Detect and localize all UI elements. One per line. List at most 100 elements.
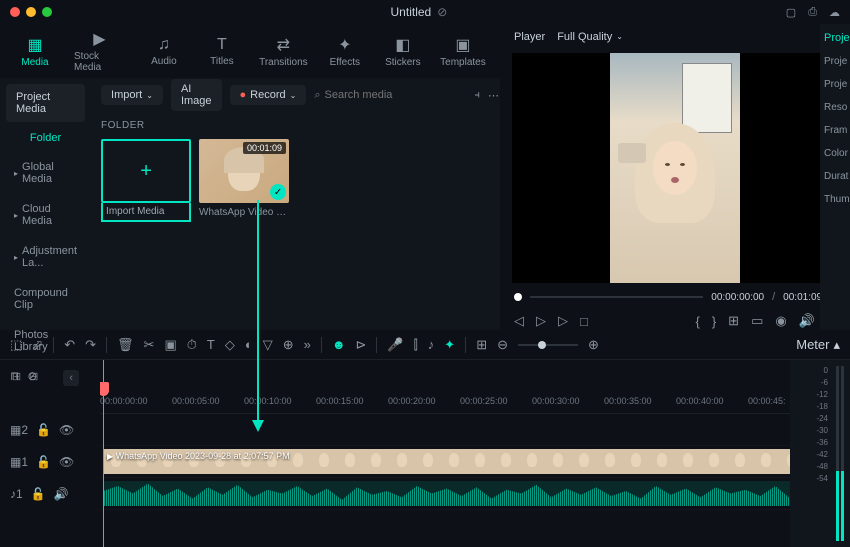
eye-icon[interactable]: 👁 (59, 423, 74, 437)
tab-media[interactable]: ▦Media (10, 31, 60, 72)
camera-icon[interactable]: ◉ (775, 313, 786, 329)
video-clip[interactable]: ▶ WhatsApp Video 2023-09-28 at 2:07:57 P… (103, 449, 850, 474)
zoom-out-icon[interactable]: ⊖ (497, 337, 508, 353)
clip-name: WhatsApp Video 202... (199, 207, 289, 218)
lock-icon[interactable]: 🔓 (36, 455, 51, 469)
delete-icon[interactable]: 🗑 (117, 337, 134, 353)
adjust-icon[interactable]: ⊕ (283, 337, 294, 353)
track-header-video2[interactable]: ▦2 🔓 👁 (0, 414, 100, 446)
maximize-window-button[interactable] (42, 7, 52, 17)
audio-clip[interactable] (103, 481, 850, 506)
chevron-down-icon: ⌄ (146, 91, 153, 100)
video-track-1[interactable]: ▶ WhatsApp Video 2023-09-28 at 2:07:57 P… (100, 446, 850, 478)
zoom-in-icon[interactable]: ⊕ (588, 337, 599, 353)
sidebar-item-adjustment-layer[interactable]: ▸Adjustment La... (6, 238, 85, 276)
mark-out-icon[interactable]: } (712, 314, 716, 329)
beat-icon[interactable]: ✦ (444, 337, 455, 353)
ai-image-button[interactable]: AI Image (171, 79, 222, 111)
plus-icon: + (140, 160, 152, 183)
meter-toggle[interactable]: Meter▴ (796, 337, 840, 353)
playhead[interactable] (103, 360, 104, 547)
timeline-toolbar: ⬚ ⬀ ↶ ↷ 🗑 ✂ ▣ ⏱ T ◇ ◐ ▽ ⊕ » ☻ ⊳ 🎤 ⫿ ♪ ✦ … (0, 330, 850, 360)
prop-row: Durat (824, 171, 846, 182)
player-panel: Player Full Quality⌄ ▧ 00:00:00:00 / 00:… (500, 24, 850, 330)
track-header-video1[interactable]: ▦1 🔓 👁 (0, 446, 100, 478)
tab-stock-media[interactable]: ▶Stock Media (68, 25, 131, 77)
search-field[interactable]: ⌕ (314, 89, 466, 102)
ai-icon[interactable]: ☻ (332, 337, 346, 352)
redo-icon[interactable]: ↷ (85, 337, 96, 353)
volume-icon[interactable]: 🔊 (799, 313, 815, 329)
video-preview[interactable] (512, 53, 838, 283)
sidebar-item-compound-clip[interactable]: Compound Clip (6, 280, 85, 318)
folder-section: Folder (6, 126, 85, 150)
magnet-icon[interactable]: ⊓ (10, 369, 19, 383)
tab-audio[interactable]: ♫Audio (139, 32, 189, 71)
play-icon[interactable]: ▷ (558, 313, 568, 329)
step-back-icon[interactable]: ▷ (536, 313, 546, 329)
stickers-icon: ◧ (395, 35, 410, 55)
quality-selector[interactable]: Full Quality⌄ (557, 31, 623, 43)
music-icon[interactable]: ♪ (428, 337, 435, 352)
eye-icon[interactable]: 👁 (59, 455, 74, 469)
minimize-window-button[interactable] (26, 7, 36, 17)
lock-icon[interactable]: 🔓 (31, 487, 46, 501)
more-icon[interactable]: ⋯ (488, 89, 499, 102)
layout-icon[interactable]: ▢ (786, 6, 796, 19)
prev-frame-icon[interactable]: ◁ (514, 313, 524, 329)
track-header-audio1[interactable]: ♪1 🔓 🔊 (0, 478, 100, 510)
filter-icon[interactable]: ⫞ (475, 89, 481, 102)
window-controls (10, 7, 52, 17)
marker-icon[interactable]: ▽ (263, 337, 273, 353)
scrub-bar[interactable]: 00:00:00:00 / 00:01:09:19 (504, 287, 846, 307)
zoom-slider[interactable] (518, 344, 578, 346)
display-icon[interactable]: ▭ (751, 313, 763, 329)
timeline-ruler[interactable]: 00:00:00:0000:00:05:0000:00:10:0000:00:1… (100, 392, 850, 414)
video-track-2[interactable] (100, 414, 850, 446)
prop-row: Proje Locat (824, 79, 846, 90)
tab-stickers[interactable]: ◧Stickers (378, 31, 428, 72)
save-icon[interactable]: ⎙ (808, 6, 817, 19)
search-input[interactable] (325, 89, 467, 101)
close-window-button[interactable] (10, 7, 20, 17)
search-icon: ⌕ (314, 89, 320, 102)
mixer-icon[interactable]: ⫿ (414, 337, 418, 353)
link-icon[interactable]: ⊘ (27, 369, 37, 383)
render-icon[interactable]: ⊳ (356, 337, 367, 353)
tab-templates[interactable]: ▣Templates (436, 31, 490, 72)
tab-transitions[interactable]: ⇄Transitions (255, 31, 312, 72)
stop-icon[interactable]: □ (580, 314, 588, 329)
main-tabs: ▦Media ▶Stock Media ♫Audio TTitles ⇄Tran… (0, 24, 500, 78)
more-tools-icon[interactable]: » (304, 337, 311, 352)
mute-icon[interactable]: 🔊 (54, 487, 69, 501)
text-icon[interactable]: T (207, 337, 215, 352)
timeline: ⬚ ⬀ ↶ ↷ 🗑 ✂ ▣ ⏱ T ◇ ◐ ▽ ⊕ » ☻ ⊳ 🎤 ⫿ ♪ ✦ … (0, 330, 850, 547)
timeline-tracks[interactable]: 00:00:00:0000:00:05:0000:00:10:0000:00:1… (100, 360, 850, 547)
media-clip-card[interactable]: 00:01:09 ✓ WhatsApp Video 202... (199, 139, 289, 222)
speed-icon[interactable]: ⏱ (187, 337, 197, 353)
mic-icon[interactable]: 🎤 (387, 337, 403, 353)
sidebar-item-global-media[interactable]: ▸Global Media (6, 154, 85, 192)
mark-in-icon[interactable]: { (695, 314, 699, 329)
project-media-header[interactable]: Project Media (6, 84, 85, 122)
split-icon[interactable]: ✂ (144, 337, 155, 353)
lock-icon[interactable]: 🔓 (36, 423, 51, 437)
import-media-card[interactable]: + Import Media (101, 139, 191, 222)
pointer-tool-icon[interactable]: ⬚ (10, 337, 22, 353)
sidebar-item-cloud-media[interactable]: ▸Cloud Media (6, 196, 85, 234)
crop-icon[interactable]: ▣ (164, 337, 176, 353)
select-tool-icon[interactable]: ⬀ (32, 337, 43, 353)
export-icon[interactable]: ☁ (829, 6, 840, 19)
record-button[interactable]: ●Record⌄ (230, 85, 307, 105)
color-icon[interactable]: ◐ (245, 337, 253, 352)
snap-icon[interactable]: ⊞ (476, 337, 487, 353)
check-icon: ✓ (270, 184, 286, 200)
import-button[interactable]: Import⌄ (101, 85, 163, 105)
media-panel: ▦Media ▶Stock Media ♫Audio TTitles ⇄Tran… (0, 24, 500, 330)
tab-titles[interactable]: TTitles (197, 32, 247, 71)
compare-icon[interactable]: ⊞ (728, 313, 739, 329)
audio-track-1[interactable] (100, 478, 850, 510)
keyframe-icon[interactable]: ◇ (225, 337, 235, 353)
tab-effects[interactable]: ✦Effects (320, 31, 370, 72)
undo-icon[interactable]: ↶ (64, 337, 75, 353)
